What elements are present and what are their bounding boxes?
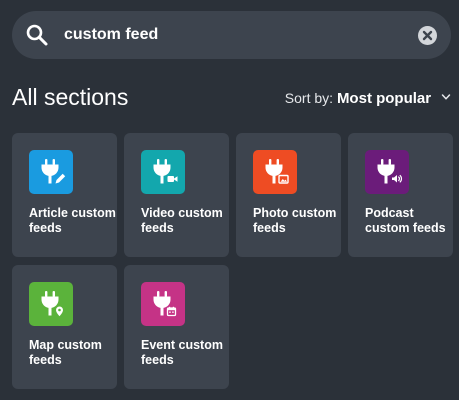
- plug-pin-icon: [29, 282, 73, 326]
- plug-video-icon: [141, 150, 185, 194]
- plug-pencil-icon: [29, 150, 73, 194]
- search-bar[interactable]: [12, 11, 451, 59]
- search-icon[interactable]: [25, 23, 49, 47]
- sort-dropdown[interactable]: Sort by: Most popular: [285, 88, 451, 108]
- card-label: Event custom feeds: [141, 338, 223, 367]
- card-label: Article custom feeds: [29, 206, 116, 235]
- sort-value: Most popular: [336, 90, 432, 107]
- card-podcast-custom-feeds[interactable]: Podcast custom feeds: [348, 133, 453, 257]
- card-label: Photo custom feeds: [253, 206, 337, 235]
- card-label: Map custom feeds: [29, 338, 102, 367]
- card-article-custom-feeds[interactable]: Article custom feeds: [12, 133, 117, 257]
- chevron-down-icon: [441, 88, 451, 100]
- plug-image-icon: [253, 150, 297, 194]
- page-title: All sections: [12, 84, 129, 110]
- plug-calendar-icon: [141, 282, 185, 326]
- plug-speaker-icon: [365, 150, 409, 194]
- search-input[interactable]: [64, 21, 404, 49]
- card-label: Podcast custom feeds: [365, 206, 446, 235]
- card-label: Video custom feeds: [141, 206, 223, 235]
- card-video-custom-feeds[interactable]: Video custom feeds: [124, 133, 229, 257]
- card-event-custom-feeds[interactable]: Event custom feeds: [124, 265, 229, 389]
- card-map-custom-feeds[interactable]: Map custom feeds: [12, 265, 117, 389]
- sort-label: Sort by:: [284, 90, 334, 106]
- card-photo-custom-feeds[interactable]: Photo custom feeds: [236, 133, 341, 257]
- clear-search-button[interactable]: [418, 26, 437, 45]
- close-circle-icon: [422, 30, 433, 41]
